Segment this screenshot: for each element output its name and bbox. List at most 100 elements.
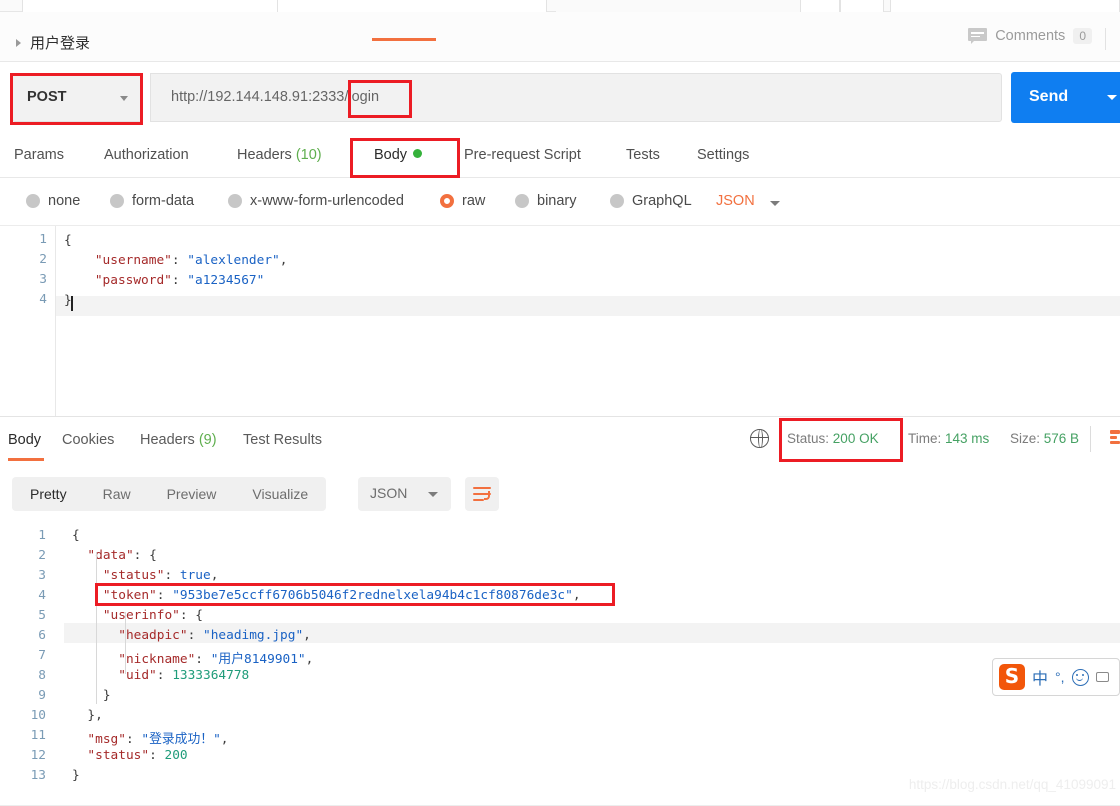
send-label: Send — [1029, 88, 1069, 105]
line-number: 12 — [30, 748, 46, 763]
response-tab-headers[interactable]: Headers (9) — [140, 432, 217, 448]
body-mode-form-data[interactable]: form-data — [110, 193, 194, 209]
comments-button[interactable]: Comments 0 — [968, 28, 1092, 44]
code-line: "status": true, — [72, 568, 219, 583]
chevron-down-icon — [1107, 95, 1117, 100]
code-token: , — [572, 588, 581, 603]
body-mode-GraphQL[interactable]: GraphQL — [610, 193, 692, 209]
active-line-highlight — [56, 296, 1120, 316]
line-number: 9 — [38, 688, 46, 703]
tab-fragment[interactable] — [840, 0, 884, 12]
code-token: } — [72, 688, 111, 703]
request-tabs: Params Authorization Headers (10) Body Pre-r… — [0, 136, 1120, 178]
line-number: 5 — [38, 608, 46, 623]
body-format-select[interactable]: JSON — [716, 193, 755, 209]
line-number: 8 — [38, 668, 46, 683]
status-badge: Status: 200 OK — [787, 431, 879, 446]
code-token: "status" — [87, 748, 150, 763]
code-token: "a1234567" — [187, 273, 265, 288]
code-token: "alexlender" — [187, 253, 280, 268]
code-token: "msg" — [87, 732, 126, 747]
line-number: 2 — [38, 548, 46, 563]
viewer-tab-pretty[interactable]: Pretty — [12, 477, 85, 511]
expand-caret-icon[interactable] — [16, 39, 21, 47]
code-token: "nickname" — [118, 652, 196, 667]
tab-fragment[interactable] — [277, 0, 547, 12]
tab-fragment[interactable] — [22, 0, 282, 12]
keyboard-icon[interactable] — [1095, 672, 1109, 682]
body-mode-x-www-form-urlencoded[interactable]: x-www-form-urlencoded — [228, 193, 404, 209]
radio-icon — [610, 194, 624, 208]
line-number: 11 — [30, 728, 46, 743]
code-token: : — [156, 588, 173, 603]
code-token: : — [187, 628, 203, 643]
response-body-viewer[interactable]: 1 2 3 4 5 6 7 8 9 10 11 12 13 { "data": { "status": … — [0, 522, 1120, 806]
code-token: , — [303, 628, 311, 643]
line-number: 4 — [39, 292, 47, 307]
chevron-down-icon[interactable] — [770, 201, 780, 206]
active-tab-underline — [8, 458, 44, 461]
request-body-editor[interactable]: 1 2 3 4 { "username": "alexlender", "pas… — [0, 226, 1120, 416]
network-globe-icon[interactable] — [749, 428, 769, 448]
body-mode-binary[interactable]: binary — [515, 193, 577, 209]
comment-icon — [968, 28, 988, 44]
comments-label: Comments — [995, 28, 1066, 44]
tab-fragment[interactable] — [890, 0, 1120, 12]
code-line: }, — [72, 708, 102, 723]
body-mode-raw[interactable]: raw — [440, 193, 485, 209]
tab-settings[interactable]: Settings — [697, 147, 749, 163]
tab-pre-request-script[interactable]: Pre-request Script — [464, 147, 581, 163]
code-token: , — [220, 732, 229, 747]
code-token: "status" — [102, 568, 165, 583]
code-line: "userinfo": { — [72, 608, 203, 623]
code-token: "用户8149901" — [210, 652, 306, 667]
tab-fragment[interactable] — [800, 0, 840, 12]
sogou-ime-toolbar[interactable]: S 中 °, — [992, 658, 1120, 696]
text-caret — [71, 296, 73, 311]
tab-fragment[interactable] — [556, 0, 800, 12]
smiley-icon[interactable] — [1071, 668, 1089, 686]
wrap-lines-button[interactable] — [465, 477, 499, 511]
save-response-icon[interactable] — [1110, 430, 1120, 444]
body-mode-none[interactable]: none — [26, 193, 80, 209]
code-token: 200 — [164, 748, 188, 763]
method-select[interactable]: POST — [12, 73, 142, 122]
code-token: "userinfo" — [102, 608, 180, 623]
response-tab-body[interactable]: Body — [8, 432, 41, 448]
response-tab-test-results[interactable]: Test Results — [243, 432, 322, 448]
code-token: "password" — [94, 273, 172, 288]
request-gutter: 1 2 3 4 — [0, 226, 56, 416]
response-format-select[interactable]: JSON — [358, 477, 451, 511]
code-token: 1333364778 — [172, 668, 250, 683]
response-tab-cookies[interactable]: Cookies — [62, 432, 114, 448]
tab-authorization[interactable]: Authorization — [104, 147, 189, 163]
response-viewer-toolbar: Pretty Raw Preview Visualize JSON — [0, 464, 1120, 522]
tab-headers[interactable]: Headers (10) — [237, 147, 322, 163]
code-token: } — [72, 768, 80, 783]
viewer-tab-visualize[interactable]: Visualize — [234, 477, 326, 511]
sogou-logo-icon[interactable]: S — [999, 664, 1025, 690]
tab-params[interactable]: Params — [14, 147, 64, 163]
response-gutter: 1 2 3 4 5 6 7 8 9 10 11 12 13 — [0, 522, 64, 806]
code-token: "headpic" — [118, 628, 188, 643]
viewer-tab-raw[interactable]: Raw — [85, 477, 149, 511]
body-mode-label: raw — [462, 193, 486, 209]
chevron-down-icon — [120, 96, 128, 101]
code-line: "password": "a1234567" — [64, 273, 265, 288]
tab-body[interactable]: Body — [374, 147, 423, 163]
response-size: Size: 576 B — [1010, 431, 1080, 446]
send-button[interactable]: Send — [1011, 72, 1103, 123]
tab-tests[interactable]: Tests — [626, 147, 660, 163]
viewer-tab-preview[interactable]: Preview — [149, 477, 235, 511]
ime-mode-label[interactable]: 中 — [1032, 665, 1048, 689]
url-input[interactable]: http://192.144.148.91:2333/login — [150, 73, 1002, 122]
code-line: "msg": "登录成功！", — [72, 728, 229, 747]
page-title: 用户登录 — [30, 35, 91, 52]
code-line: { — [72, 528, 80, 543]
ime-punctuation-label[interactable]: °, — [1055, 669, 1065, 685]
